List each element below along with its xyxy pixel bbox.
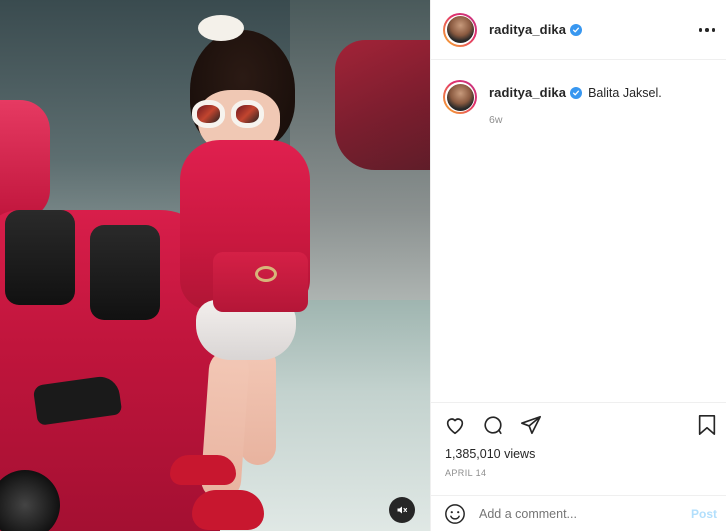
view-count[interactable]: 1,385,010 views [445, 447, 535, 461]
avatar[interactable] [443, 12, 477, 47]
child-shoe [170, 455, 236, 485]
bookmark-icon[interactable] [695, 413, 719, 437]
emoji-icon[interactable] [443, 502, 467, 526]
post-comment-button[interactable]: Post [691, 507, 717, 521]
send-icon[interactable] [519, 413, 543, 437]
post-date: APRIL 14 [445, 468, 487, 478]
background-car [335, 40, 430, 170]
comment-icon[interactable] [481, 413, 505, 437]
post-header: raditya_dika [431, 0, 726, 60]
sound-off-icon[interactable] [389, 497, 415, 523]
header-username[interactable]: raditya_dika [489, 22, 566, 37]
child-handbag [213, 252, 308, 312]
verified-badge-icon [570, 86, 583, 99]
post-media[interactable] [0, 0, 430, 531]
toy-car-front [0, 100, 50, 220]
child-hair-bow [198, 15, 244, 41]
child-shoe [192, 490, 264, 530]
child-sunglasses [192, 100, 264, 128]
profile-photo [446, 83, 474, 111]
comment-input[interactable] [479, 506, 669, 521]
more-icon[interactable] [697, 20, 717, 40]
toy-car-seat [5, 210, 75, 305]
verified-badge-icon [570, 23, 583, 36]
heart-icon[interactable] [443, 413, 467, 437]
post-age[interactable]: 6w [489, 114, 662, 126]
post-side-panel: raditya_dika raditya_dika Balita Jaksel.… [430, 0, 726, 531]
caption: raditya_dika Balita Jaksel. 6w [443, 80, 715, 126]
post-actions: 1,385,010 views APRIL 14 [431, 402, 726, 495]
profile-photo [446, 16, 474, 43]
caption-username[interactable]: raditya_dika [489, 85, 566, 100]
caption-text: Balita Jaksel. [588, 85, 662, 100]
toy-car-seat [90, 225, 160, 320]
avatar[interactable] [443, 80, 477, 114]
comment-bar: Post [431, 495, 726, 531]
